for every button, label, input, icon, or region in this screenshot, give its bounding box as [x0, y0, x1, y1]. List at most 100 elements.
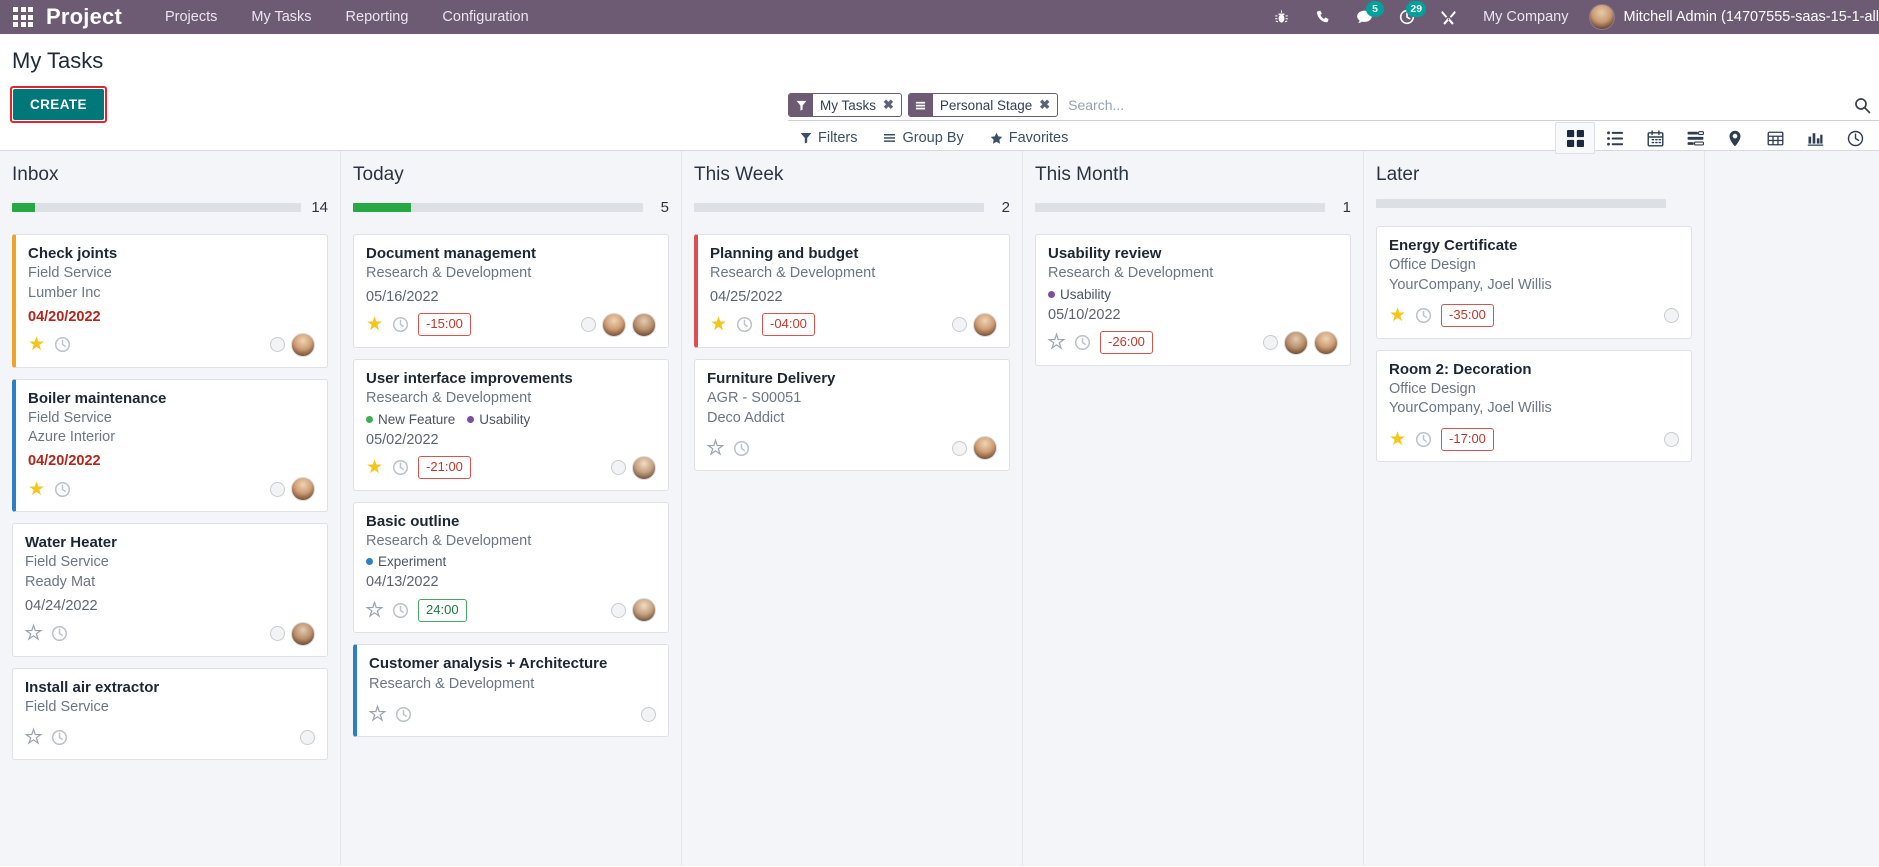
schedule-clock-icon[interactable]: [51, 729, 68, 746]
time-remaining-badge[interactable]: -21:00: [418, 456, 471, 480]
view-gantt-button[interactable]: [1675, 122, 1715, 154]
view-kanban-button[interactable]: [1555, 122, 1595, 154]
priority-star-icon[interactable]: ★: [1389, 430, 1406, 449]
kanban-card[interactable]: User interface improvements Research & De…: [353, 358, 669, 491]
priority-star-icon[interactable]: ★: [24, 623, 42, 643]
priority-star-icon[interactable]: ★: [28, 480, 45, 499]
priority-star-icon[interactable]: ★: [710, 315, 727, 334]
kanban-state-circle[interactable]: [270, 626, 285, 642]
kanban-column-progressbar[interactable]: [12, 203, 302, 212]
kanban-column-progressbar[interactable]: [1035, 203, 1325, 212]
kanban-column-title[interactable]: Today: [353, 164, 404, 186]
assignee-avatar[interactable]: [1314, 330, 1338, 355]
bug-icon[interactable]: [1261, 0, 1302, 34]
kanban-card[interactable]: Room 2: Decoration Office Design YourCompa…: [1376, 349, 1692, 463]
priority-star-icon[interactable]: ★: [1047, 333, 1065, 353]
assignee-avatar[interactable]: [291, 332, 315, 357]
priority-star-icon[interactable]: ★: [1389, 306, 1406, 325]
kanban-column-title[interactable]: This Month: [1035, 164, 1129, 186]
menu-item-projects[interactable]: Projects: [148, 0, 234, 34]
search-facet-personal-stage[interactable]: Personal Stage ✖: [907, 93, 1059, 117]
view-list-button[interactable]: [1595, 122, 1635, 154]
schedule-clock-icon[interactable]: [392, 316, 409, 333]
kanban-card[interactable]: Water Heater Field Service Ready Mat 04/24/…: [12, 523, 328, 657]
messages-icon[interactable]: 5: [1343, 0, 1386, 34]
assignee-avatar[interactable]: [632, 312, 656, 337]
priority-star-icon[interactable]: ★: [28, 335, 45, 354]
time-remaining-badge[interactable]: -04:00: [762, 313, 815, 337]
assignee-avatar[interactable]: [602, 312, 626, 337]
schedule-clock-icon[interactable]: [395, 706, 412, 723]
priority-star-icon[interactable]: ★: [706, 438, 724, 458]
kanban-card[interactable]: Document management Research & Developmen…: [353, 234, 669, 348]
kanban-card[interactable]: Planning and budget Research & Developmen…: [694, 234, 1010, 348]
time-remaining-badge[interactable]: -35:00: [1441, 304, 1494, 327]
kanban-card[interactable]: Basic outline Research & Development Exper…: [353, 501, 669, 634]
kanban-state-circle[interactable]: [611, 460, 626, 476]
schedule-clock-icon[interactable]: [392, 459, 409, 476]
group-by-dropdown[interactable]: Group By: [883, 130, 964, 146]
schedule-clock-icon[interactable]: [736, 316, 753, 333]
view-map-button[interactable]: [1715, 122, 1755, 154]
menu-item-my-tasks[interactable]: My Tasks: [234, 0, 328, 34]
kanban-state-circle[interactable]: [270, 337, 285, 353]
app-brand-project[interactable]: Project: [46, 0, 122, 34]
kanban-state-circle[interactable]: [1263, 335, 1278, 351]
kanban-card[interactable]: Furniture Delivery AGR - S00051 Deco Addic…: [694, 358, 1010, 472]
view-calendar-button[interactable]: [1635, 122, 1675, 154]
kanban-state-circle[interactable]: [1664, 308, 1679, 324]
time-remaining-badge[interactable]: -15:00: [418, 313, 471, 337]
filters-dropdown[interactable]: Filters: [800, 130, 857, 146]
close-icon[interactable]: ✖: [882, 94, 901, 116]
kanban-card[interactable]: Usability review Research & Development Us…: [1035, 234, 1351, 366]
user-menu[interactable]: Mitchell Admin (14707555-saas-15-1-all: [1583, 4, 1879, 30]
schedule-clock-icon[interactable]: [1074, 334, 1091, 351]
kanban-column-progressbar[interactable]: [694, 203, 984, 212]
kanban-column-progressbar[interactable]: [1376, 199, 1666, 208]
schedule-clock-icon[interactable]: [54, 481, 71, 498]
kanban-column-title[interactable]: Inbox: [12, 164, 58, 186]
kanban-state-circle[interactable]: [270, 481, 285, 497]
kanban-card[interactable]: Boiler maintenance Field Service Azure Int…: [12, 378, 328, 513]
view-pivot-button[interactable]: [1755, 122, 1795, 154]
kanban-column-title[interactable]: This Week: [694, 164, 783, 186]
priority-star-icon[interactable]: ★: [24, 727, 42, 747]
schedule-clock-icon[interactable]: [1415, 431, 1432, 448]
search-input[interactable]: [1064, 95, 1846, 115]
assignee-avatar[interactable]: [632, 455, 656, 480]
kanban-column-progressbar[interactable]: [353, 203, 643, 212]
view-activity-button[interactable]: [1835, 122, 1875, 154]
assignee-avatar[interactable]: [632, 598, 656, 623]
create-button[interactable]: CREATE: [13, 89, 104, 120]
kanban-card[interactable]: Check joints Field Service Lumber Inc 04/20…: [12, 234, 328, 368]
schedule-clock-icon[interactable]: [392, 602, 409, 619]
schedule-clock-icon[interactable]: [54, 336, 71, 353]
assignee-avatar[interactable]: [973, 436, 997, 461]
time-remaining-badge[interactable]: -17:00: [1441, 427, 1494, 451]
assignee-avatar[interactable]: [973, 312, 997, 337]
kanban-state-circle[interactable]: [611, 602, 626, 618]
schedule-clock-icon[interactable]: [733, 440, 750, 457]
phone-icon[interactable]: [1302, 0, 1343, 34]
kanban-state-circle[interactable]: [952, 440, 967, 456]
company-switcher[interactable]: My Company: [1469, 9, 1582, 25]
assignee-avatar[interactable]: [291, 477, 315, 502]
time-remaining-badge[interactable]: 24:00: [418, 598, 467, 622]
view-graph-button[interactable]: [1795, 122, 1835, 154]
menu-item-reporting[interactable]: Reporting: [329, 0, 426, 34]
activities-clock-icon[interactable]: 29: [1386, 0, 1428, 34]
menu-item-configuration[interactable]: Configuration: [425, 0, 545, 34]
kanban-state-circle[interactable]: [1664, 431, 1679, 447]
kanban-column-title[interactable]: Later: [1376, 164, 1419, 186]
tools-icon[interactable]: [1428, 0, 1469, 34]
close-icon[interactable]: ✖: [1038, 94, 1057, 116]
kanban-state-circle[interactable]: [581, 317, 596, 333]
assignee-avatar[interactable]: [1284, 330, 1308, 355]
kanban-card[interactable]: Energy Certificate Office Design YourCompa…: [1376, 226, 1692, 339]
kanban-state-circle[interactable]: [300, 729, 315, 745]
favorites-dropdown[interactable]: Favorites: [990, 130, 1068, 146]
kanban-state-circle[interactable]: [952, 317, 967, 333]
priority-star-icon[interactable]: ★: [366, 458, 383, 477]
kanban-state-circle[interactable]: [641, 706, 656, 722]
schedule-clock-icon[interactable]: [51, 625, 68, 642]
